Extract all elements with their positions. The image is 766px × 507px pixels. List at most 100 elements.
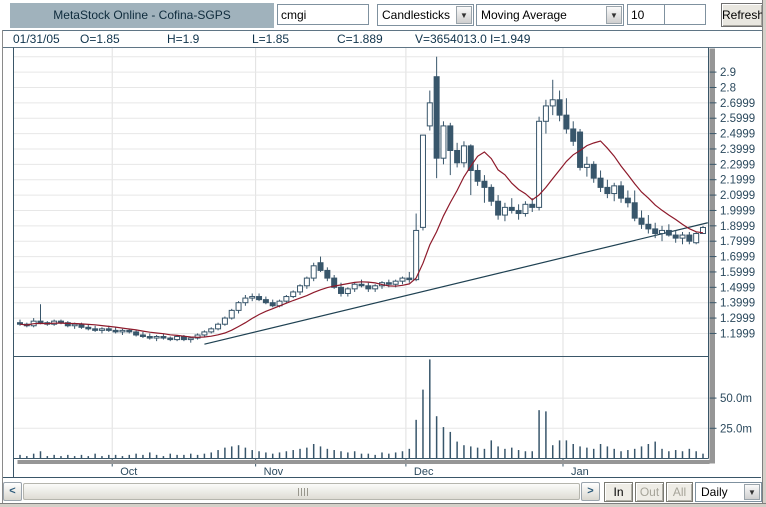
candlestick <box>570 121 577 146</box>
candlestick <box>249 293 256 302</box>
candlestick <box>419 134 426 231</box>
chevron-down-icon[interactable]: ▼ <box>606 6 622 24</box>
volume-bar <box>217 450 219 459</box>
candlestick <box>112 327 119 334</box>
price-axis-label: 1.3999 <box>720 298 755 310</box>
zoom-out-button[interactable]: Out <box>635 482 664 502</box>
volume-bar <box>681 451 684 459</box>
volume-bar <box>695 451 697 459</box>
volume-bar <box>67 454 69 459</box>
candlestick <box>256 293 263 302</box>
candlestick <box>413 213 420 282</box>
volume-bar <box>149 452 151 459</box>
period-input[interactable] <box>627 4 665 25</box>
scroll-left-button[interactable]: < <box>3 482 22 501</box>
volume-bar <box>558 440 561 459</box>
volume-gridlines <box>13 397 709 429</box>
pane-borders <box>3 47 761 478</box>
window-left-border <box>2 30 3 503</box>
volume-bar <box>265 452 267 459</box>
scroll-right-button[interactable]: > <box>581 482 600 501</box>
candlestick <box>549 79 556 116</box>
candlestick <box>358 279 365 288</box>
chart-type-select[interactable]: Candlesticks ▼ <box>377 4 474 26</box>
volume-axis-label: 50.0m <box>720 393 752 405</box>
volume-bar <box>490 440 493 459</box>
volume-axis: 50.0m 25.0m <box>709 393 752 435</box>
symbol-input[interactable] <box>277 4 369 25</box>
param2-input[interactable] <box>664 4 706 25</box>
zoom-all-button[interactable]: All <box>666 482 693 502</box>
price-axis-label: 2.1999 <box>720 175 755 187</box>
price-axis-label: 1.5999 <box>720 267 755 279</box>
price-axis-label: 1.1999 <box>720 328 755 340</box>
volume-bar <box>340 451 342 459</box>
price-axis-label: 2.6999 <box>720 98 755 110</box>
volume-bar <box>381 452 383 459</box>
volume-bar <box>702 453 704 459</box>
chevron-down-icon[interactable]: ▼ <box>744 484 760 500</box>
candlestick <box>522 201 529 217</box>
quote-high: H=1.9 <box>167 32 200 46</box>
volume-bar <box>422 389 424 459</box>
price-axis-label: 1.7999 <box>720 236 755 248</box>
bottom-shadow-band <box>17 460 710 464</box>
volume-bar <box>230 446 233 459</box>
volume-bar <box>333 450 335 459</box>
candlestick <box>611 182 618 202</box>
indicator-select[interactable]: Moving Average ▼ <box>476 4 624 26</box>
moving-average-line <box>19 140 704 338</box>
month-label: Dec <box>414 466 434 478</box>
volume-bar <box>627 450 629 459</box>
volume-bar <box>435 416 438 459</box>
horizontal-scrollbar-row: < > In Out All Daily ▼ <box>3 478 762 503</box>
candlestick <box>426 90 433 131</box>
price-axis-label: 1.2999 <box>720 313 755 325</box>
volume-bar <box>449 431 452 459</box>
volume-bar <box>551 445 554 459</box>
timeframe-select[interactable]: Daily ▼ <box>695 482 762 502</box>
candlestick <box>618 181 625 203</box>
candlestick <box>290 290 297 299</box>
window-bottom-frame <box>0 503 766 507</box>
quote-date: 01/31/05 <box>13 32 60 46</box>
volume-bar <box>196 454 199 459</box>
scrollbar-grip-icon <box>298 488 310 496</box>
candlestick <box>194 333 201 340</box>
volume-bar <box>374 454 376 459</box>
volume-bar <box>661 448 663 459</box>
volume-bar <box>538 410 540 459</box>
volume-bar <box>224 447 226 459</box>
volume-bar <box>470 446 472 459</box>
volume-axis-label: 25.0m <box>720 423 752 435</box>
volume-bar <box>429 359 431 459</box>
volume-bar <box>620 451 622 459</box>
candlestick <box>686 231 693 245</box>
volume-bar <box>401 451 404 459</box>
volume-bar <box>353 451 356 459</box>
volume-bar <box>53 454 55 459</box>
volume-bar <box>668 451 670 459</box>
zoom-in-button[interactable]: In <box>604 482 633 502</box>
refresh-button[interactable]: Refresh <box>721 3 764 27</box>
price-axis-label: 2.0999 <box>720 190 755 202</box>
volume-bar <box>688 448 691 459</box>
price-axis-label: 1.8999 <box>720 221 755 233</box>
candlestick <box>659 225 666 242</box>
candlestick <box>242 295 249 306</box>
volume-bar <box>319 446 322 459</box>
scrollbar-thumb[interactable] <box>23 483 580 500</box>
volume-bar <box>592 448 595 459</box>
volume-bar <box>367 453 370 459</box>
candlestick <box>454 142 461 168</box>
volume-bar <box>312 444 315 459</box>
chevron-down-icon[interactable]: ▼ <box>456 6 472 24</box>
volume-bar <box>292 450 294 459</box>
candlestick <box>508 198 515 214</box>
volume-bar <box>114 454 117 459</box>
volume-bar <box>19 454 21 459</box>
candlestick <box>447 122 454 176</box>
month-label: Jan <box>571 466 589 478</box>
quote-indicator: I=1.949 <box>490 32 531 46</box>
month-label: Oct <box>120 466 137 478</box>
